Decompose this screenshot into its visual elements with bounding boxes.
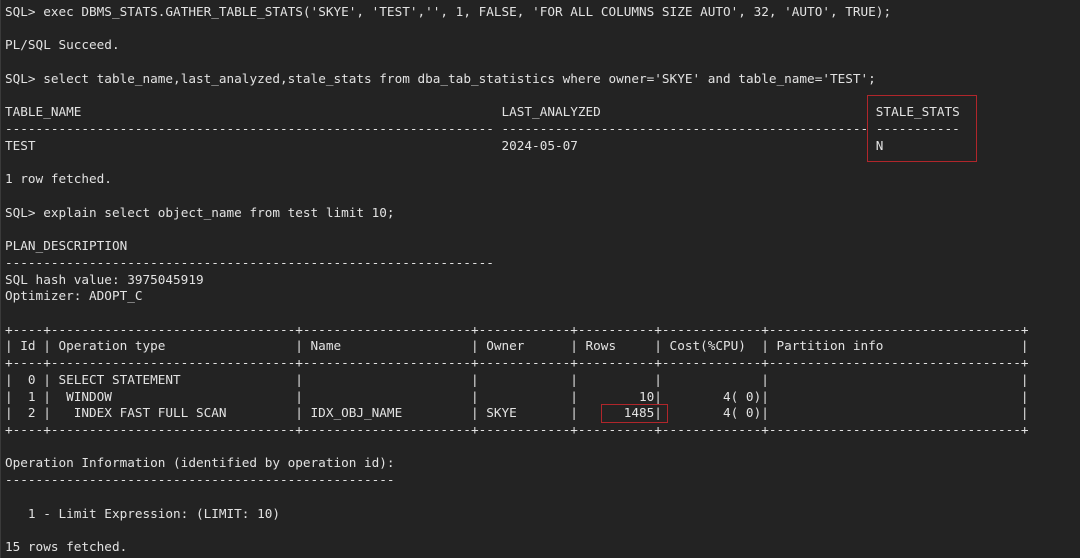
- command-text: exec DBMS_STATS.GATHER_TABLE_STATS('SKYE…: [43, 4, 892, 19]
- plan-table-header: | Id | Operation type | Name | Owner | R…: [5, 338, 1029, 354]
- stats-data-row: TEST 2024-05-07 N: [5, 137, 960, 153]
- command-explain: SQL> explain select object_name from tes…: [5, 205, 395, 221]
- stats-header-row: TABLE_NAME LAST_ANALYZED STALE_STATS: [5, 104, 960, 120]
- command-select-stats: SQL> select table_name,last_analyzed,sta…: [5, 71, 876, 87]
- plan-table-row: | 1 | WINDOW | | | 10| 4( 0)| |: [5, 388, 1029, 404]
- stats-header-rule: ----------------------------------------…: [5, 121, 960, 137]
- command-text: explain select object_name from test lim…: [43, 204, 395, 220]
- command-gather-stats: SQL> exec DBMS_STATS.GATHER_TABLE_STATS(…: [5, 4, 891, 20]
- plan-table-border-mid: +----+--------------------------------+-…: [5, 355, 1029, 371]
- plan-table-row: | 2 | INDEX FAST FULL SCAN | IDX_OBJ_NAM…: [5, 405, 1029, 421]
- operation-info-rule: ----------------------------------------…: [5, 472, 395, 488]
- plan-hash-value: SQL hash value: 3975045919: [5, 271, 204, 287]
- stats-footer: 1 row fetched.: [5, 171, 112, 187]
- terminal-window[interactable]: SQL> exec DBMS_STATS.GATHER_TABLE_STATS(…: [0, 0, 1080, 558]
- plan-optimizer: Optimizer: ADOPT_C: [5, 288, 143, 304]
- sql-prompt: SQL>: [5, 4, 44, 19]
- gather-result: PL/SQL Succeed.: [5, 37, 120, 53]
- plan-table-row: | 0 | SELECT STATEMENT | | | | | |: [5, 371, 1029, 387]
- sql-prompt: SQL>: [5, 204, 44, 220]
- plan-header: PLAN_DESCRIPTION: [5, 238, 128, 254]
- plan-header-rule: ----------------------------------------…: [5, 254, 494, 270]
- plan-table-border-top: +----+--------------------------------+-…: [5, 321, 1029, 337]
- sql-prompt: SQL>: [5, 70, 44, 86]
- operation-info-item: 1 - Limit Expression: (LIMIT: 10): [5, 505, 280, 521]
- plan-table-border-bottom: +----+--------------------------------+-…: [5, 422, 1029, 437]
- operation-info-header: Operation Information (identified by ope…: [5, 455, 395, 471]
- command-text: select table_name,last_analyzed,stale_st…: [43, 70, 876, 86]
- plan-footer: 15 rows fetched.: [5, 539, 128, 555]
